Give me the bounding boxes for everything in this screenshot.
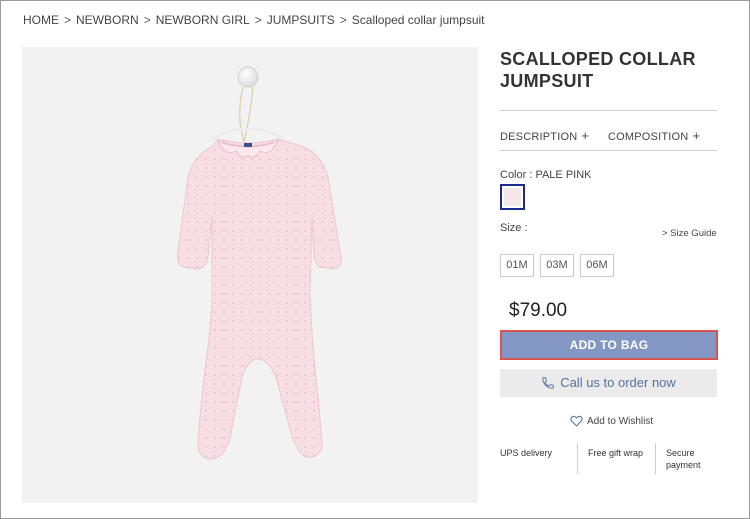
tab-composition-label: COMPOSITION (608, 131, 689, 143)
divider (655, 443, 656, 474)
breadcrumb-separator: > (254, 13, 262, 27)
breadcrumb-separator: > (143, 13, 151, 27)
size-option-06m[interactable]: 06M (580, 254, 614, 277)
call-to-order-label: Call us to order now (560, 375, 676, 390)
wishlist-label: Add to Wishlist (587, 416, 654, 427)
breadcrumb: HOME > NEWBORN > NEWBORN GIRL > JUMPSUITS > Scal… (23, 13, 485, 27)
add-to-wishlist-link[interactable]: Add to Wishlist (570, 415, 653, 427)
tab-description[interactable]: DESCRIPTION + (500, 128, 589, 143)
breadcrumb-newborn-girl[interactable]: NEWBORN GIRL (156, 13, 250, 27)
size-label: Size : (500, 222, 528, 234)
divider (500, 110, 717, 111)
product-price: $79.00 (509, 300, 568, 321)
heart-icon (570, 415, 583, 427)
plus-icon: + (581, 128, 590, 143)
tab-composition[interactable]: COMPOSITION + (608, 128, 700, 143)
feature-secure-payment: Secure payment (666, 447, 701, 471)
tab-description-label: DESCRIPTION (500, 131, 578, 143)
add-to-bag-button[interactable]: ADD TO BAG (500, 330, 718, 360)
feature-free-gift-wrap: Free gift wrap (588, 448, 644, 458)
size-option-03m[interactable]: 03M (540, 254, 574, 277)
size-option-01m[interactable]: 01M (500, 254, 534, 277)
breadcrumb-newborn[interactable]: NEWBORN (76, 13, 139, 27)
size-guide-link[interactable]: > Size Guide (662, 228, 717, 239)
jumpsuit-illustration (177, 66, 342, 460)
breadcrumb-separator: > (339, 13, 347, 27)
swatch-fill (504, 188, 521, 206)
product-image[interactable] (22, 47, 478, 503)
secure-payment-line-1: Secure (666, 448, 695, 458)
phone-icon (542, 377, 554, 389)
feature-ups-delivery: UPS delivery (500, 448, 553, 458)
divider (500, 150, 717, 151)
breadcrumb-current: Scalloped collar jumpsuit (351, 13, 485, 27)
color-label: Color : PALE PINK (500, 169, 592, 181)
breadcrumb-home[interactable]: HOME (23, 13, 59, 27)
product-title: SCALLOPED COLLAR JUMPSUIT (500, 49, 696, 91)
breadcrumb-separator: > (64, 13, 72, 27)
divider (577, 443, 578, 474)
call-to-order-button[interactable]: Call us to order now (500, 369, 717, 397)
plus-icon: + (692, 128, 701, 143)
color-swatch-pale-pink[interactable] (500, 184, 525, 210)
breadcrumb-jumpsuits[interactable]: JUMPSUITS (267, 13, 335, 27)
secure-payment-line-2: payment (666, 460, 701, 470)
